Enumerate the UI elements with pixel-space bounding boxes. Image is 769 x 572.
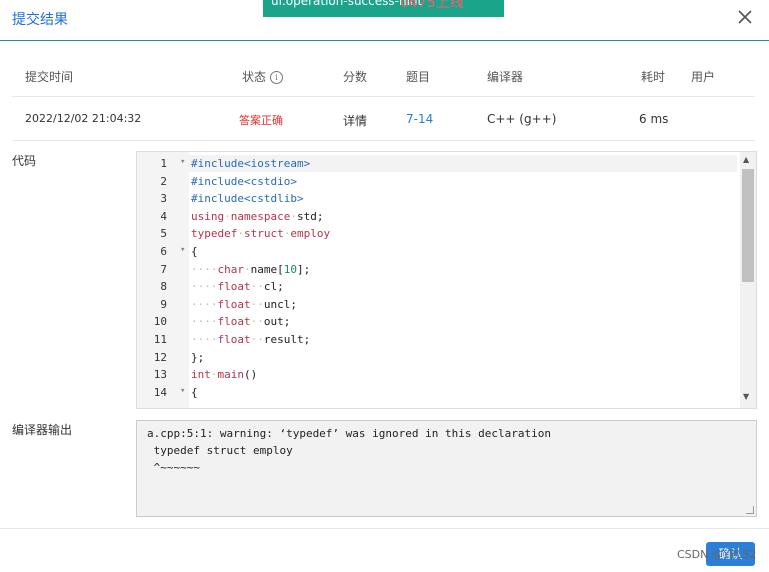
vertical-scrollbar[interactable]: ▲ ▼ [740, 152, 756, 408]
line-number: 5 [160, 227, 167, 241]
line-number: 7 [160, 262, 167, 276]
code-text: }; [191, 350, 205, 364]
fold-toggle-icon[interactable]: ▾ [180, 154, 185, 171]
code-label: 代码 [12, 154, 37, 168]
code-text: using·namespace·std; [191, 209, 324, 223]
toast-message-suffix: 0475上线 [400, 0, 464, 11]
code-line: 4 using·namespace·std; [137, 208, 737, 225]
watermark: CSDN @YYL32 [677, 548, 757, 561]
code-line: 7 ····char·name[10]; [137, 261, 737, 278]
code-text: ····float··result; [191, 333, 311, 346]
header-compiler: 编译器 [487, 70, 524, 84]
output-line: ^~~~~~~ [147, 461, 200, 474]
line-number: 14 [153, 385, 167, 399]
code-text: #include<cstdlib> [191, 192, 304, 206]
scroll-up-icon[interactable]: ▲ [743, 155, 749, 164]
output-line: a.cpp:5:1: warning: ‘typedef’ was ignore… [147, 427, 551, 440]
footer-divider [0, 528, 769, 529]
code-line: 11 ····float··result; [137, 331, 737, 348]
code-text: typedef·struct·employ [191, 227, 331, 241]
close-icon[interactable] [736, 8, 754, 26]
line-number: 13 [153, 368, 167, 382]
fold-toggle-icon[interactable]: ▾ [180, 242, 185, 259]
line-number: 6 [160, 245, 167, 258]
code-text: #include<cstdio> [191, 174, 297, 188]
problem-link[interactable]: 7-14 [406, 112, 433, 126]
line-number: 4 [160, 209, 167, 223]
line-number: 3 [160, 192, 167, 206]
line-number: 10 [153, 315, 167, 329]
line-number: 12 [153, 350, 167, 364]
cell-submit-time: 2022/12/02 21:04:32 [25, 112, 142, 125]
code-text: #include<iostream> [191, 157, 311, 170]
code-line: 9 ····float··uncl; [137, 296, 737, 313]
line-number: 9 [160, 297, 167, 311]
code-text: ····float··out; [191, 315, 291, 329]
code-text: { [191, 385, 198, 399]
code-text: ····float··cl; [191, 280, 284, 294]
line-number: 11 [153, 333, 167, 346]
line-number: 1 [160, 157, 167, 170]
code-line: 10 ····float··out; [137, 313, 737, 330]
header-status: 状态 i [242, 68, 284, 85]
dialog-title: 提交结果 [12, 12, 68, 28]
code-line: 13 int·main() [137, 366, 737, 383]
line-number: 2 [160, 174, 167, 188]
code-line: 8 ····float··cl; [137, 278, 737, 295]
code-text: int·main() [191, 368, 258, 382]
compiler-output-label: 编译器输出 [12, 423, 73, 437]
header-submit-time: 提交时间 [25, 70, 74, 84]
code-line: 1 ▾ #include<iostream> [137, 155, 737, 172]
code-line: 3 #include<cstdlib> [137, 190, 737, 207]
status-badge: 答案正确 [239, 114, 283, 127]
info-icon[interactable]: i [270, 71, 284, 84]
resize-handle-icon[interactable] [746, 506, 754, 514]
table-divider [12, 140, 755, 141]
code-editor[interactable]: 1 ▾ #include<iostream> 2 #include<cstdio> 3 #i… [136, 151, 757, 409]
success-toast: ui.operation-success-hint 0475上线 [263, 0, 504, 17]
title-divider [0, 40, 769, 41]
header-user: 用户 [691, 70, 716, 84]
code-line: 6 ▾ { [137, 243, 737, 260]
code-text: ····float··uncl; [191, 297, 297, 311]
output-line: typedef struct employ [147, 444, 293, 457]
compiler-output-box[interactable]: a.cpp:5:1: warning: ‘typedef’ was ignore… [136, 420, 757, 517]
code-text: { [191, 245, 198, 258]
code-line: 14 ▾ { [137, 384, 737, 401]
cell-time: 6 ms [639, 112, 669, 126]
code-line: 2 #include<cstdio> [137, 173, 737, 190]
header-time: 耗时 [641, 70, 666, 84]
line-number: 8 [160, 280, 167, 294]
code-line: 5 typedef·struct·employ [137, 225, 737, 242]
header-problem: 题目 [406, 70, 431, 84]
scroll-down-icon[interactable]: ▼ [743, 392, 749, 401]
table-divider [12, 96, 755, 97]
cell-compiler: C++ (g++) [487, 112, 557, 126]
code-line: 12}; [137, 349, 737, 366]
code-text: ····char·name[10]; [191, 262, 311, 276]
score-detail-link[interactable]: 详情 [343, 112, 367, 129]
fold-toggle-icon[interactable]: ▾ [180, 383, 185, 400]
scrollbar-thumb[interactable] [742, 169, 754, 282]
header-score: 分数 [343, 70, 368, 84]
